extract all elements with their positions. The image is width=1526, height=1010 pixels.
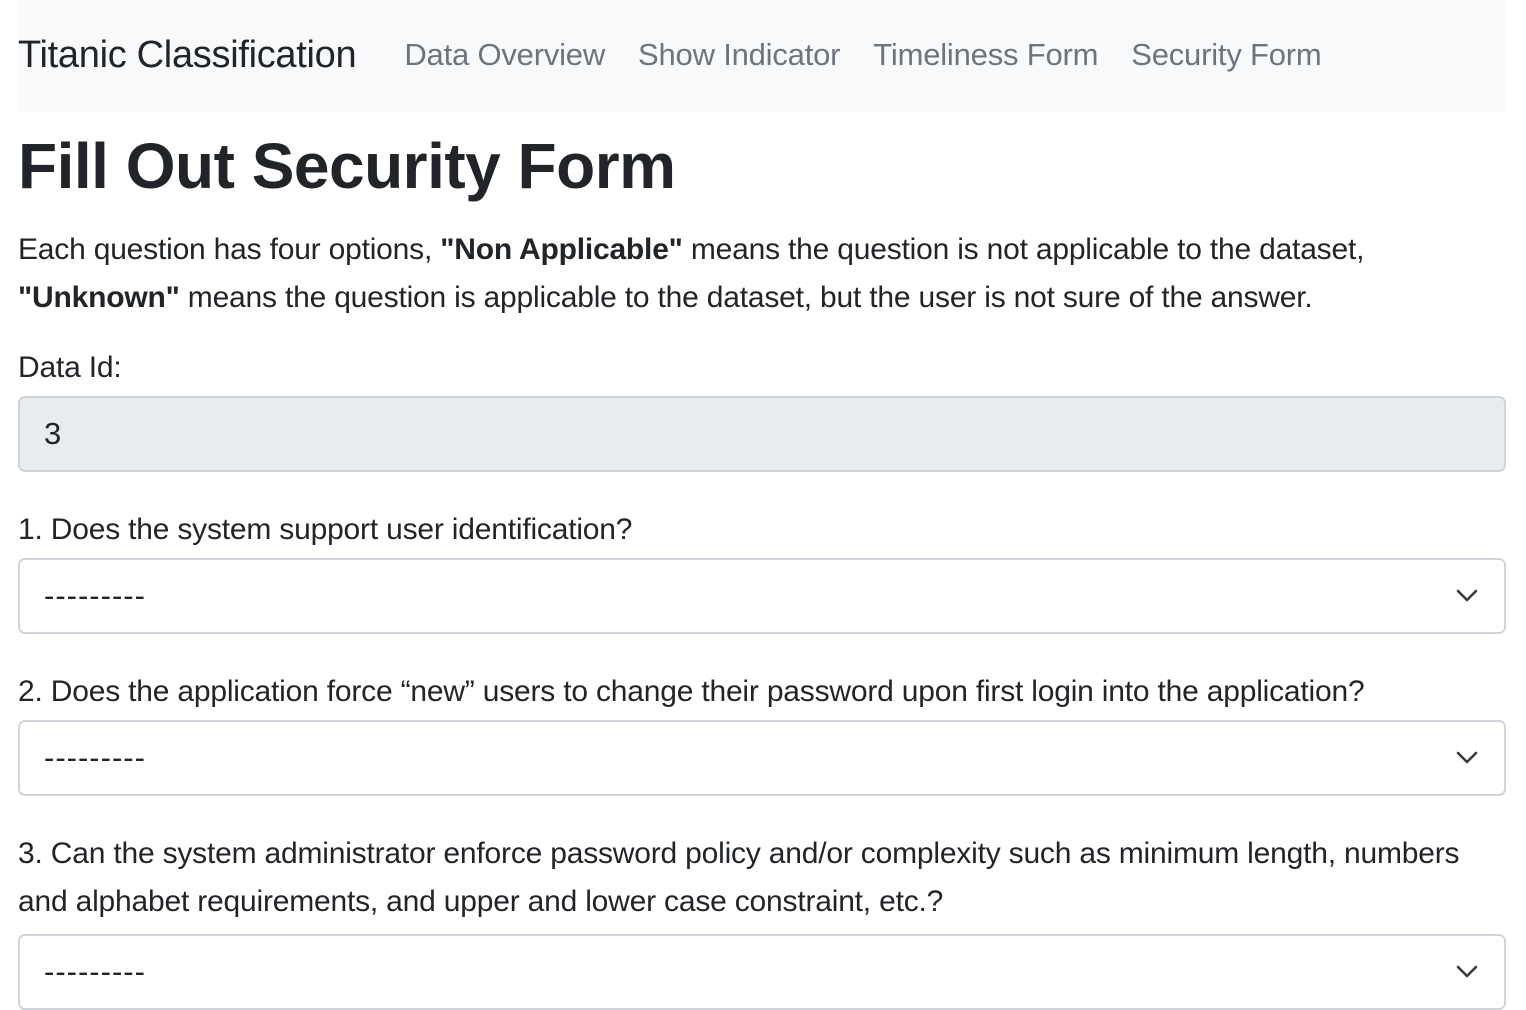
security-form: Data Id: 3 1. Does the system support us… <box>18 348 1506 1010</box>
nav-link-security-form[interactable]: Security Form <box>1131 37 1322 73</box>
page-title: Fill Out Security Form <box>18 130 676 202</box>
navbar-brand[interactable]: Titanic Classification <box>18 34 357 77</box>
question-1-select[interactable]: --------- <box>18 558 1506 634</box>
intro-part-3: means the question is applicable to the … <box>179 281 1313 314</box>
intro-bold-non-applicable: "Non Applicable" <box>440 233 683 266</box>
question-2-selected-value: --------- <box>44 740 146 775</box>
intro-part-2: means the question is not applicable to … <box>682 233 1365 266</box>
data-id-input[interactable]: 3 <box>18 396 1506 472</box>
question-3-label: 3. Can the system administrator enforce … <box>18 837 1460 918</box>
intro-bold-unknown: "Unknown" <box>18 281 180 314</box>
question-1-selected-value: --------- <box>44 578 146 613</box>
question-1-label: 1. Does the system support user identifi… <box>18 513 633 546</box>
nav-link-show-indicator[interactable]: Show Indicator <box>638 37 840 73</box>
page-container: Titanic Classification Data Overview Sho… <box>18 0 1506 1010</box>
navbar: Titanic Classification Data Overview Sho… <box>18 0 1506 112</box>
question-2-label: 2. Does the application force “new” user… <box>18 675 1365 708</box>
data-id-value: 3 <box>44 416 62 451</box>
question-2-select[interactable]: --------- <box>18 720 1506 796</box>
chevron-down-icon <box>1456 751 1478 764</box>
intro-text: Each question has four options, "Non App… <box>18 226 1506 322</box>
question-3-select[interactable]: --------- <box>18 934 1506 1010</box>
data-id-label: Data Id: <box>18 351 122 384</box>
chevron-down-icon <box>1456 965 1478 978</box>
nav-link-data-overview[interactable]: Data Overview <box>404 37 605 73</box>
question-3-selected-value: --------- <box>44 954 146 989</box>
nav-link-timeliness-form[interactable]: Timeliness Form <box>873 37 1098 73</box>
intro-part-1: Each question has four options, <box>18 233 441 266</box>
chevron-down-icon <box>1456 589 1478 602</box>
